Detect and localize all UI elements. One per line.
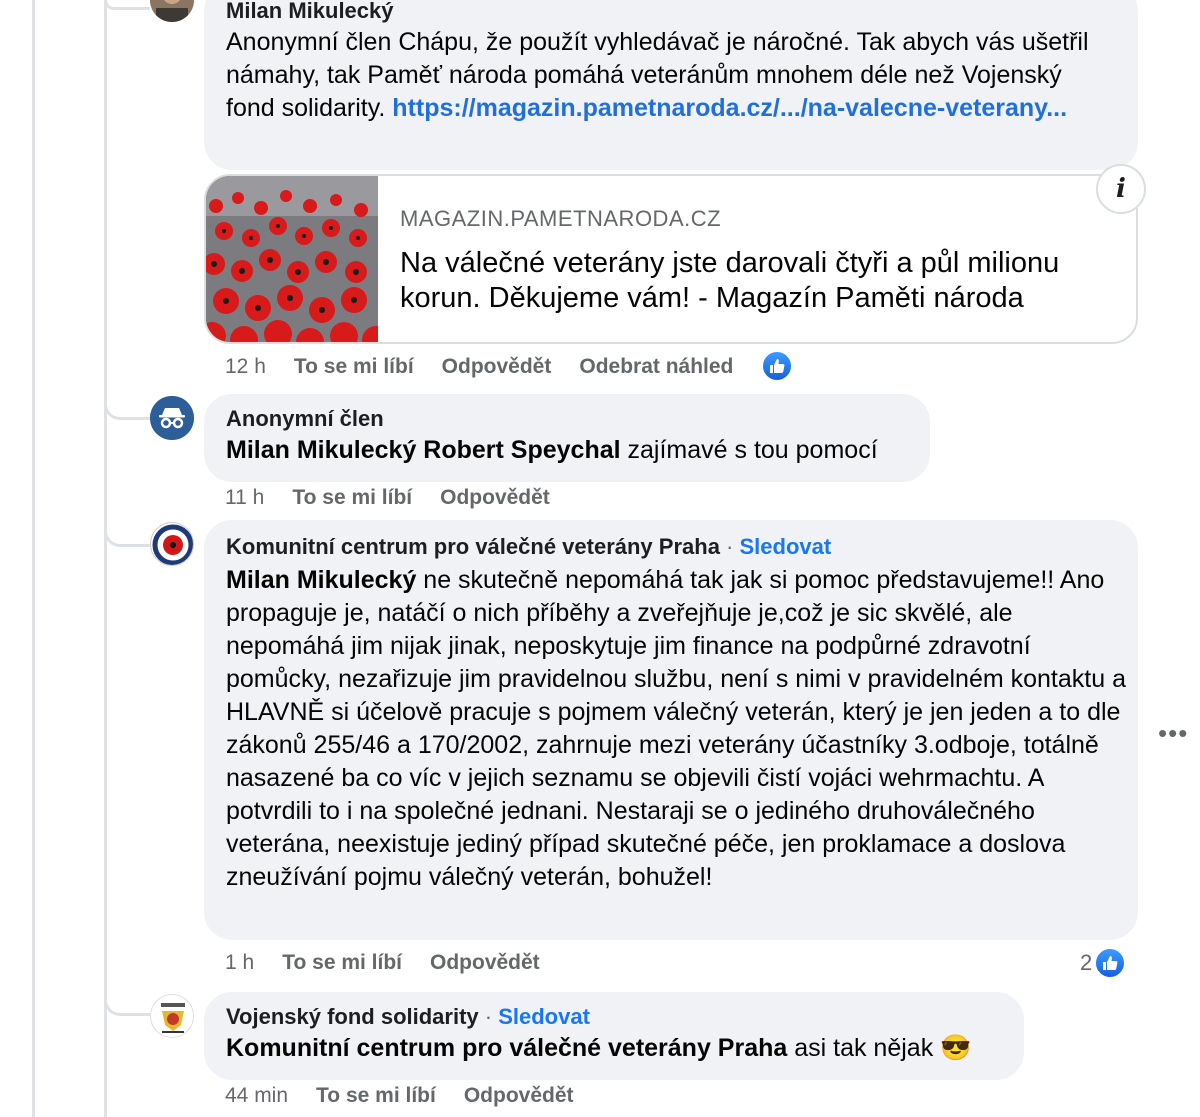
like-button[interactable]: To se mi líbí [282, 951, 402, 975]
comment-actions: 12 h To se mi líbí Odpovědět Odebrat náh… [225, 350, 794, 382]
comment-author[interactable]: Vojenský fond solidarity [226, 1004, 479, 1029]
comment-bubble-komunitni-centrum: Komunitní centrum pro válečné veterány P… [204, 520, 1138, 940]
separator-dot: · [719, 534, 740, 559]
comment-actions: 1 h To se mi líbí Odpovědět [225, 951, 540, 975]
more-options-icon[interactable]: ••• [1158, 718, 1188, 749]
reply-button[interactable]: Odpovědět [442, 355, 552, 379]
like-button[interactable]: To se mi líbí [292, 486, 412, 510]
comment-text: Komunitní centrum pro válečné veterány P… [226, 1032, 1002, 1065]
comment-bubble-anonymous: Anonymní člen Milan Mikulecký Robert Spe… [204, 394, 930, 482]
separator-dot: · [478, 1004, 499, 1029]
comment-author-row: Vojenský fond solidarity · Sledovat [226, 1004, 1002, 1030]
comment-author-row: Komunitní centrum pro válečné veterány P… [226, 534, 1116, 560]
link-preview-image [206, 176, 378, 342]
comment-time[interactable]: 12 h [225, 355, 266, 379]
comment-body: zajímavé s tou pomocí [620, 436, 878, 464]
thread-branch [104, 380, 150, 420]
comment-author[interactable]: Milan Mikulecký [226, 0, 1116, 24]
comment-bubble-milan: Milan Mikulecký Anonymní člen Chápu, že … [204, 0, 1138, 170]
thread-branch [104, 0, 150, 10]
like-reaction-icon[interactable] [761, 350, 794, 382]
thread-line-outer [32, 0, 35, 1117]
comment-mention[interactable]: Milan Mikulecký [226, 566, 416, 594]
like-count[interactable]: 2 [1080, 947, 1127, 979]
comment-mention[interactable]: Komunitní centrum pro válečné veterány P… [226, 1034, 787, 1062]
link-preview-card[interactable]: MAGAZIN.PAMETNARODA.CZ Na válečné veterá… [204, 174, 1138, 344]
follow-button[interactable]: Sledovat [740, 534, 832, 559]
remove-preview-button[interactable]: Odebrat náhled [579, 355, 733, 379]
comment-time[interactable]: 1 h [225, 951, 254, 975]
comment-text: Anonymní člen Chápu, že použít vyhledáva… [226, 26, 1116, 125]
link-preview-domain: MAGAZIN.PAMETNARODA.CZ [400, 206, 722, 231]
comment-author[interactable]: Komunitní centrum pro válečné veterány P… [226, 534, 720, 559]
avatar-vojensky-fond[interactable] [150, 994, 194, 1038]
reply-button[interactable]: Odpovědět [440, 486, 550, 510]
comment-link[interactable]: https://magazin.pametnaroda.cz/.../na-va… [392, 94, 1067, 122]
comment-text: Milan Mikulecký ne skutečně nepomáhá tak… [226, 564, 1126, 894]
thread-branch [104, 505, 150, 547]
like-button[interactable]: To se mi líbí [294, 355, 414, 379]
comment-mention[interactable]: Milan Mikulecký Robert Speychal [226, 436, 621, 464]
comment-text: Milan Mikulecký Robert Speychal zajímavé… [226, 434, 908, 467]
like-button[interactable]: To se mi líbí [316, 1084, 436, 1108]
comment-time[interactable]: 44 min [225, 1084, 288, 1108]
comment-body: ne skutečně nepomáhá tak jak si pomoc př… [226, 566, 1126, 891]
reply-button[interactable]: Odpovědět [464, 1084, 574, 1108]
comment-body: asi tak nějak [787, 1034, 941, 1062]
comment-time[interactable]: 11 h [225, 486, 264, 510]
comment-actions: 11 h To se mi líbí Odpovědět [225, 486, 550, 510]
thread-line-inner [104, 0, 107, 1117]
like-count-number: 2 [1080, 950, 1093, 975]
thread-branch [104, 970, 150, 1016]
like-reaction-icon [1094, 947, 1127, 979]
comment-bubble-vojensky-fond: Vojenský fond solidarity · Sledovat Komu… [204, 992, 1024, 1080]
follow-button[interactable]: Sledovat [498, 1004, 590, 1029]
link-preview-title[interactable]: Na válečné veterány jste darovali čtyři … [400, 246, 1100, 316]
sunglasses-emoji-icon: 😎 [940, 1034, 972, 1062]
avatar-anonymous[interactable] [150, 396, 194, 440]
avatar-milan[interactable] [150, 0, 194, 22]
comment-actions: 44 min To se mi líbí Odpovědět [225, 1084, 574, 1108]
link-preview-body: MAGAZIN.PAMETNARODA.CZ Na válečné veterá… [378, 176, 1100, 342]
avatar-komunitni-centrum[interactable] [150, 522, 194, 566]
reply-button[interactable]: Odpovědět [430, 951, 540, 975]
info-icon[interactable]: i [1096, 164, 1146, 214]
comment-mention[interactable]: Anonymní člen [226, 28, 391, 56]
comment-author[interactable]: Anonymní člen [226, 406, 908, 432]
